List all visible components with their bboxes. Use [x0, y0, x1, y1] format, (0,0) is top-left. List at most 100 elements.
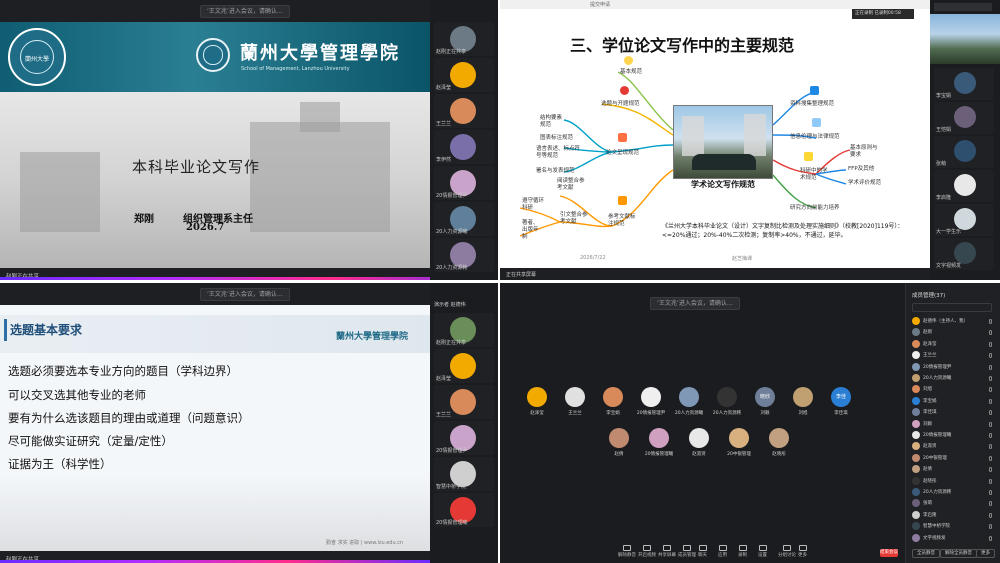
toolbar-label: 分组讨论: [778, 553, 796, 558]
member-row[interactable]: 刘颖: [912, 419, 992, 429]
participant-tile[interactable]: 李伊然: [434, 130, 494, 164]
mic-icon[interactable]: [989, 433, 992, 438]
join-notice[interactable]: ‘王文兆’进入会议，请确认…: [200, 288, 290, 301]
folder-icon: [810, 86, 819, 95]
mindmap-node: 学术评价规范: [848, 180, 882, 186]
participant-tile[interactable]: 文字视频发: [934, 238, 994, 270]
gallery-tile[interactable]: 赵晓彤: [756, 428, 802, 462]
member-row[interactable]: 李佳琪: [912, 408, 992, 417]
participant-tile[interactable]: 赵刚正在共享: [434, 313, 494, 347]
mic-icon[interactable]: [989, 524, 992, 530]
shared-slide-requirements: 选题基本要求 蘭州大學管理學院 选题必须要选本专业方向的题目（学科边界） 可以交…: [0, 305, 430, 553]
participant-tile[interactable]: 赵刚正在共享: [434, 22, 494, 56]
participant-tile[interactable]: 20人力资源曦: [434, 202, 494, 236]
participant-rail: 赵刚正在共享 赵泽莹 王兰兰 李伊然 20情报管理尹 20人力资源曦 20人力资源韩: [430, 0, 498, 280]
mic-icon[interactable]: [989, 512, 992, 518]
mic-icon[interactable]: [989, 330, 992, 336]
mic-icon[interactable]: [989, 410, 992, 416]
participant-name: 李宝娟: [936, 93, 952, 99]
member-row[interactable]: 赵泽莹: [912, 339, 992, 349]
member-row[interactable]: 王兰兰: [912, 351, 992, 360]
avatar: [954, 208, 976, 230]
more-button[interactable]: 更多: [976, 549, 995, 558]
record-button[interactable]: 录制: [738, 545, 747, 558]
share-screen-button[interactable]: 共享屏幕: [658, 545, 676, 558]
meeting-window-top-right: 提交申请 正在录制 已录制00:58 三、学位论文写作中的主要规范 学术论文写作…: [500, 0, 1000, 280]
mic-icon[interactable]: [989, 376, 992, 381]
target-icon: [620, 86, 629, 95]
participant-tile[interactable]: 20人力资源韩: [434, 238, 494, 272]
member-row[interactable]: 20情报管理曦: [912, 431, 992, 440]
participant-tile[interactable]: 王兰兰: [434, 94, 494, 128]
toolbar-label: 聊天: [698, 553, 707, 558]
campus-background: [0, 92, 430, 268]
participant-tile[interactable]: 赵泽莹: [434, 349, 494, 383]
slide-date: 2026.7: [186, 222, 225, 233]
member-row[interactable]: 赵倩: [912, 465, 992, 474]
gallery-tile[interactable]: 李佳 李佳琪: [818, 387, 864, 421]
member-row[interactable]: 赵刚: [912, 328, 992, 337]
video-button[interactable]: 开启视频: [638, 545, 656, 558]
breakout-icon: [783, 545, 791, 551]
mic-icon[interactable]: [989, 387, 992, 393]
breakout-button[interactable]: 分组讨论: [778, 545, 796, 558]
avatar: [912, 396, 920, 405]
member-row[interactable]: 文字视频发: [912, 533, 992, 543]
mic-icon[interactable]: [989, 501, 992, 507]
member-row[interactable]: 赵德伟（主持人、我）: [912, 317, 992, 326]
member-row[interactable]: 赵淑贤: [912, 442, 992, 451]
chat-button[interactable]: 聊天: [698, 545, 707, 558]
mic-icon[interactable]: [989, 319, 992, 324]
participant-tile[interactable]: 20情报管理曦: [434, 493, 494, 527]
more-button[interactable]: 更多: [798, 545, 807, 558]
participant-name: 张萌: [936, 161, 947, 167]
member-row[interactable]: 李宝娟: [912, 396, 992, 406]
unmute-all-button[interactable]: 解除全员静音: [940, 549, 977, 558]
participant-tile[interactable]: 李宝娟: [934, 68, 994, 100]
campus-video-tile[interactable]: [930, 14, 1000, 64]
join-notice[interactable]: ‘王文兆’进入会议，请确认…: [650, 297, 740, 310]
mute-button[interactable]: 解除静音: [618, 545, 636, 558]
member-row[interactable]: 智慧中桥学院: [912, 522, 992, 531]
end-meeting-button[interactable]: 结束会议: [880, 549, 898, 557]
participant-tile[interactable]: 20情报管理尹: [434, 166, 494, 200]
members-button[interactable]: 成员管理: [678, 545, 696, 558]
mic-icon[interactable]: [989, 455, 992, 461]
mic-icon[interactable]: [989, 353, 992, 359]
apps-button[interactable]: 应用: [718, 545, 727, 558]
participant-tile[interactable]: 李启隆: [934, 170, 994, 202]
participant-tile[interactable]: 大一学生乐: [934, 204, 994, 236]
mic-icon[interactable]: [989, 490, 992, 495]
member-row[interactable]: 20情报管理尹: [912, 362, 992, 372]
mic-icon[interactable]: [989, 398, 992, 404]
avatar: [527, 387, 547, 407]
mic-icon[interactable]: [989, 467, 992, 473]
member-search-input[interactable]: [912, 303, 992, 312]
mic-icon[interactable]: [989, 364, 992, 370]
mic-icon[interactable]: [989, 421, 992, 427]
settings-button[interactable]: 设置: [758, 545, 767, 558]
member-row[interactable]: 赵晓彤: [912, 476, 992, 486]
participant-tile[interactable]: 王兰兰: [434, 385, 494, 419]
mic-icon[interactable]: [989, 535, 992, 541]
participant-name: 20人力资源曦: [436, 229, 468, 235]
member-row[interactable]: 20人力资源曦: [912, 374, 992, 383]
avatar: [450, 98, 476, 124]
member-row[interactable]: 20中银管理: [912, 453, 992, 463]
member-row[interactable]: 李启隆: [912, 510, 992, 520]
mic-icon[interactable]: [989, 478, 992, 484]
participant-tile[interactable]: 智慧中桥学院: [434, 457, 494, 491]
join-notice[interactable]: ‘王文兆’进入会议，请确认…: [200, 5, 290, 18]
mute-all-button[interactable]: 全员静音: [912, 549, 940, 558]
school-logo-icon: [196, 38, 230, 72]
participant-tile[interactable]: 20情报管理尹: [434, 421, 494, 455]
participant-tile[interactable]: 赵泽莹: [434, 58, 494, 92]
mic-icon[interactable]: [989, 341, 992, 347]
toolbar-label: 设置: [758, 553, 767, 558]
participant-tile[interactable]: 王恺娟: [934, 102, 994, 134]
participant-tile[interactable]: 张萌: [934, 136, 994, 168]
member-row[interactable]: 刘旭: [912, 385, 992, 394]
mic-icon[interactable]: [989, 444, 992, 450]
member-row[interactable]: 张萌: [912, 499, 992, 508]
member-row[interactable]: 20人力资源韩: [912, 488, 992, 497]
